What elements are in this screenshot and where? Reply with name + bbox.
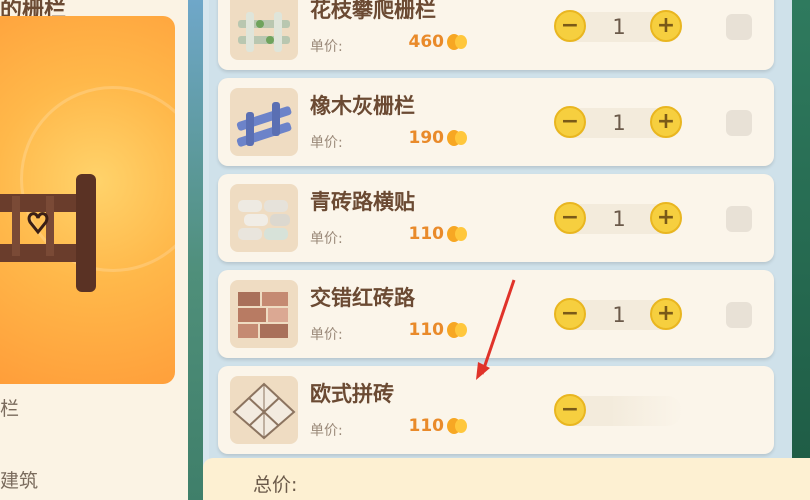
item-thumbnail xyxy=(230,280,298,348)
item-price: 460 xyxy=(408,32,445,52)
increase-button[interactable]: + xyxy=(650,298,682,330)
decrease-button[interactable]: − xyxy=(554,10,586,42)
select-checkbox[interactable] xyxy=(726,302,752,328)
list-item: 青砖路横贴 单价: 110 − 1 + xyxy=(218,174,774,262)
coin-icon xyxy=(447,226,467,242)
item-name: 欧式拼砖 xyxy=(310,382,394,406)
red-arrow-annotation-icon xyxy=(476,279,516,380)
fence-preview-image xyxy=(0,174,96,292)
unit-price-label: 单价: xyxy=(310,39,343,55)
item-thumbnail xyxy=(230,0,298,60)
item-name: 橡木灰栅栏 xyxy=(310,94,415,118)
grey-brick-path-icon xyxy=(238,200,290,240)
red-brick-path-icon xyxy=(238,292,288,338)
select-checkbox[interactable] xyxy=(726,14,752,40)
category-label-building[interactable]: 建筑 xyxy=(0,466,38,493)
item-name: 花枝攀爬栅栏 xyxy=(310,0,436,22)
unit-price-label: 单价: xyxy=(310,231,343,247)
coin-icon xyxy=(447,418,467,434)
decrease-button[interactable]: − xyxy=(554,106,586,138)
european-tile-icon xyxy=(232,382,296,440)
total-price-bar: 总价: xyxy=(203,458,810,500)
flower-fence-icon xyxy=(238,12,290,52)
item-price: 110 xyxy=(408,320,445,340)
item-price: 110 xyxy=(408,416,445,436)
item-name: 交错红砖路 xyxy=(310,286,415,310)
unit-price-label: 单价: xyxy=(310,327,343,343)
item-name: 青砖路横贴 xyxy=(310,190,415,214)
total-price-label: 总价: xyxy=(253,474,298,496)
quantity-value: 1 xyxy=(612,15,626,39)
decrease-button[interactable]: − xyxy=(554,298,586,330)
unit-price-label: 单价: xyxy=(310,135,343,151)
increase-button[interactable]: + xyxy=(650,106,682,138)
select-checkbox[interactable] xyxy=(726,110,752,136)
select-checkbox[interactable] xyxy=(726,206,752,232)
item-thumbnail xyxy=(230,376,298,444)
row-fade-overlay xyxy=(610,384,774,440)
list-item: 花枝攀爬栅栏 单价: 460 − 1 + xyxy=(218,0,774,70)
quantity-value: 1 xyxy=(612,303,626,327)
increase-button[interactable]: + xyxy=(650,202,682,234)
increase-button[interactable]: + xyxy=(650,10,682,42)
product-preview-panel: 的栅栏 栏 建筑 xyxy=(0,0,188,500)
background-scenery xyxy=(792,0,810,458)
item-price: 110 xyxy=(408,224,445,244)
oak-fence-icon xyxy=(236,102,292,147)
coin-icon xyxy=(447,130,467,146)
quantity-value: 1 xyxy=(612,207,626,231)
item-price: 190 xyxy=(408,128,445,148)
coin-icon xyxy=(447,322,467,338)
unit-price-label: 单价: xyxy=(310,423,343,439)
quantity-value: 1 xyxy=(612,111,626,135)
list-item: 橡木灰栅栏 单价: 190 − 1 + xyxy=(218,78,774,166)
preview-card xyxy=(0,16,175,384)
decrease-button[interactable]: − xyxy=(554,394,586,426)
coin-icon xyxy=(447,34,467,50)
item-thumbnail xyxy=(230,88,298,156)
item-thumbnail xyxy=(230,184,298,252)
category-label-fence[interactable]: 栏 xyxy=(0,394,19,421)
decrease-button[interactable]: − xyxy=(554,202,586,234)
